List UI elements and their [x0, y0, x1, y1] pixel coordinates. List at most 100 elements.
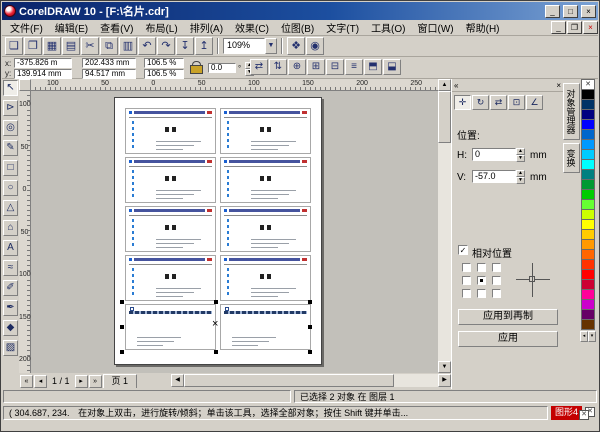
docker-collapse-icon[interactable]: «: [454, 81, 458, 90]
spin-down-icon[interactable]: ▼: [516, 177, 525, 184]
selection-handle[interactable]: [308, 350, 312, 354]
undo-button[interactable]: ↶: [138, 37, 156, 55]
anchor-top-left[interactable]: [462, 263, 471, 272]
spin-up-icon[interactable]: ▲: [516, 170, 525, 177]
anchor-bottom-center[interactable]: [477, 289, 486, 298]
rotation-angle-field[interactable]: 0.0: [208, 63, 236, 73]
palette-scroll-down-icon[interactable]: ▾: [588, 331, 596, 342]
spin-up-icon[interactable]: ▲: [516, 148, 525, 155]
rectangle-tool[interactable]: □: [3, 160, 18, 176]
selection-handle[interactable]: [308, 300, 312, 304]
app-launcher-button[interactable]: ❖: [287, 37, 305, 55]
print-button[interactable]: ▤: [62, 37, 80, 55]
selection-handle[interactable]: [120, 325, 124, 329]
zoom-level-combo[interactable]: 109% ▼: [223, 38, 277, 54]
menu-item[interactable]: 编辑(E): [49, 19, 94, 36]
text-tool[interactable]: A: [3, 240, 18, 256]
zoom-value[interactable]: 109%: [223, 38, 265, 54]
prev-page-icon[interactable]: ◂: [34, 375, 47, 388]
save-button[interactable]: ▦: [43, 37, 61, 55]
minimize-button[interactable]: _: [545, 5, 560, 18]
position-y-field[interactable]: 139.914 mm: [14, 69, 72, 79]
business-card[interactable]: [125, 206, 216, 252]
vertical-scrollbar[interactable]: ▲ ▼: [438, 79, 451, 373]
position-x-field[interactable]: -375.826 m: [14, 58, 72, 68]
basic-shapes-tool[interactable]: ⌂: [3, 220, 18, 236]
doc-close-button[interactable]: ×: [583, 21, 598, 34]
business-card[interactable]: [220, 304, 311, 350]
scale-y-field[interactable]: 106.5 %: [144, 69, 184, 79]
vertical-scroll-thumb[interactable]: [438, 91, 451, 143]
menu-item[interactable]: 帮助(H): [460, 19, 506, 36]
menu-item[interactable]: 查看(V): [94, 19, 139, 36]
cut-button[interactable]: ✂: [81, 37, 99, 55]
menu-item[interactable]: 窗口(W): [412, 19, 460, 36]
v-position-field[interactable]: -57.0: [472, 170, 516, 183]
apply-to-duplicate-button[interactable]: 应用到再制: [458, 309, 558, 325]
scroll-up-icon[interactable]: ▲: [438, 79, 451, 91]
business-card[interactable]: [125, 108, 216, 154]
pick-tool[interactable]: ↖: [3, 80, 18, 96]
scale-mirror-button[interactable]: ⇄: [490, 95, 507, 110]
outline-tool[interactable]: ✒: [3, 300, 18, 316]
anchor-bottom-right[interactable]: [492, 289, 501, 298]
selection-center-marker[interactable]: ×: [212, 319, 218, 330]
business-card[interactable]: [220, 255, 311, 301]
doc-minimize-button[interactable]: _: [551, 21, 566, 34]
ellipse-tool[interactable]: ○: [3, 180, 18, 196]
last-page-icon[interactable]: »: [89, 375, 102, 388]
business-card[interactable]: [220, 157, 311, 203]
to-front-button[interactable]: ⬒: [364, 59, 382, 75]
docker-tab[interactable]: 变换: [563, 143, 580, 173]
docker-close-icon[interactable]: ×: [556, 81, 561, 90]
interactive-blend-tool[interactable]: ≈: [3, 260, 18, 276]
menu-item[interactable]: 布局(L): [139, 19, 183, 36]
scroll-left-icon[interactable]: ◀: [171, 374, 184, 387]
menu-item[interactable]: 文字(T): [320, 19, 365, 36]
combine-button[interactable]: ⊕: [288, 59, 306, 75]
menu-item[interactable]: 效果(C): [229, 19, 275, 36]
palette-expand-icon[interactable]: ◂: [580, 331, 588, 342]
horizontal-scroll-thumb[interactable]: [184, 374, 394, 387]
anchor-top-center[interactable]: [477, 263, 486, 272]
menu-item[interactable]: 文件(F): [4, 19, 49, 36]
interactive-fill-tool[interactable]: ▨: [3, 340, 18, 356]
scroll-right-icon[interactable]: ▶: [438, 374, 451, 387]
spin-down-icon[interactable]: ▼: [516, 155, 525, 162]
rotation-button[interactable]: ↻: [472, 95, 489, 110]
position-button[interactable]: ✛: [454, 95, 471, 110]
chevron-down-icon[interactable]: ▼: [265, 38, 277, 54]
menu-item[interactable]: 位图(B): [275, 19, 320, 36]
selection-handle[interactable]: [120, 300, 124, 304]
redo-button[interactable]: ↷: [157, 37, 175, 55]
object-height-field[interactable]: 94.517 mm: [82, 69, 136, 79]
corel-online-button[interactable]: ◉: [306, 37, 324, 55]
open-button[interactable]: ❐: [24, 37, 42, 55]
to-back-button[interactable]: ⬓: [383, 59, 401, 75]
lock-ratio-icon[interactable]: [190, 61, 202, 74]
new-button[interactable]: ❏: [5, 37, 23, 55]
scale-x-field[interactable]: 106.5 %: [144, 58, 184, 68]
business-card[interactable]: [125, 157, 216, 203]
business-card[interactable]: [220, 206, 311, 252]
menu-item[interactable]: 工具(O): [365, 19, 411, 36]
first-page-icon[interactable]: «: [20, 375, 33, 388]
anchor-bottom-left[interactable]: [462, 289, 471, 298]
color-swatch[interactable]: [581, 319, 595, 330]
selection-handle[interactable]: [308, 325, 312, 329]
shape-tool[interactable]: ⊳: [3, 100, 18, 116]
anchor-top-right[interactable]: [492, 263, 501, 272]
anchor-center[interactable]: [477, 276, 486, 285]
size-button[interactable]: ⊡: [508, 95, 525, 110]
docker-tab[interactable]: 对象管理器: [563, 83, 580, 140]
apply-button[interactable]: 应用: [458, 331, 558, 347]
close-button[interactable]: ×: [581, 5, 596, 18]
mirror-v-button[interactable]: ⇅: [269, 59, 287, 75]
business-card[interactable]: [125, 304, 216, 350]
h-stepper[interactable]: ▲▼: [516, 148, 525, 160]
horizontal-scrollbar[interactable]: ◀ ▶: [171, 374, 451, 387]
ungroup-button[interactable]: ⊟: [326, 59, 344, 75]
zoom-tool[interactable]: ◎: [3, 120, 18, 136]
anchor-middle-left[interactable]: [462, 276, 471, 285]
horizontal-ruler[interactable]: 10050050100150200250: [31, 79, 438, 91]
